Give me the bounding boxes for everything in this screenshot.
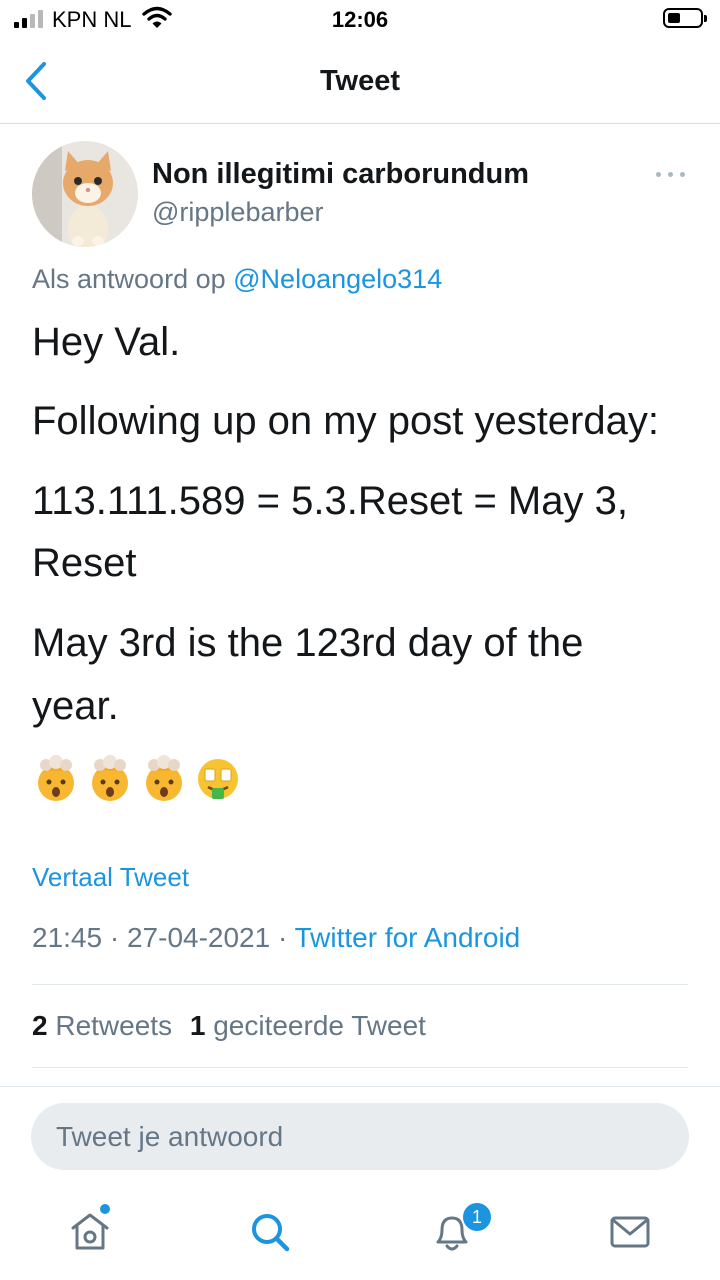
meta-separator: ·	[109, 922, 127, 953]
quotes-stat[interactable]: 1 geciteerde Tweet	[190, 1010, 426, 1041]
divider	[0, 1086, 720, 1087]
tweet-text-line: year.	[32, 684, 119, 728]
tweet-source-link[interactable]: Twitter for Android	[295, 922, 521, 953]
home-new-indicator	[100, 1204, 110, 1214]
search-icon[interactable]	[246, 1208, 294, 1256]
divider	[32, 984, 688, 985]
more-options-icon[interactable]	[654, 166, 688, 182]
home-icon[interactable]	[66, 1208, 114, 1256]
tweet-meta: 21:45 · 27-04-2021 · Twitter for Android	[32, 922, 520, 954]
tweet-text-line: Reset	[32, 541, 137, 585]
cat-avatar-icon	[32, 141, 138, 247]
quotes-label: geciteerde Tweet	[213, 1010, 426, 1041]
exploding-head-emoji-icon	[38, 755, 74, 801]
divider	[32, 1067, 688, 1068]
reply-context: Als antwoord op @Neloangelo314	[32, 264, 442, 295]
retweets-stat[interactable]: 2 Retweets	[32, 1010, 172, 1041]
reply-prefix: Als antwoord op	[32, 264, 226, 294]
author-name[interactable]: Non illegitimi carborundum	[152, 158, 529, 191]
author-handle[interactable]: @ripplebarber	[152, 197, 324, 228]
tweet-time: 21:45	[32, 922, 103, 953]
messages-icon[interactable]	[606, 1208, 654, 1256]
quotes-count: 1	[189, 1010, 206, 1041]
retweets-count: 2	[32, 1010, 48, 1041]
reply-placeholder: Tweet je antwoord	[56, 1121, 284, 1152]
tweet-text-line: Following up on my post yesterday:	[32, 399, 659, 443]
tweet-date: 27-04-2021	[126, 922, 271, 953]
money-mouth-emoji-icon	[198, 759, 238, 799]
tweet-text-line: Hey Val.	[32, 320, 181, 364]
status-time: 12:06	[331, 7, 389, 32]
status-bar: KPN NL 12:06	[0, 0, 720, 40]
exploding-head-emoji-icon	[146, 755, 182, 801]
avatar[interactable]	[32, 141, 138, 247]
battery-icon	[663, 8, 707, 28]
exploding-head-emoji-icon	[92, 755, 128, 801]
page-title: Tweet	[319, 65, 401, 97]
translate-tweet-link[interactable]: Vertaal Tweet	[32, 862, 189, 893]
tweet-stats: 2 Retweets 1 geciteerde Tweet	[32, 1010, 426, 1042]
retweets-label: Retweets	[55, 1010, 173, 1041]
tweet-text-line: May 3rd is the 123rd day of the	[32, 621, 584, 665]
tweet-text-line: 113.111.589 = 5.3.Reset = May 3,	[32, 479, 628, 523]
notifications-badge: 1	[461, 1201, 493, 1233]
reply-input[interactable]: Tweet je antwoord	[31, 1103, 689, 1170]
reply-mention-link[interactable]: @Neloangelo314	[233, 264, 442, 294]
navigation-bar: Tweet	[0, 40, 720, 124]
meta-separator: ·	[277, 922, 295, 953]
